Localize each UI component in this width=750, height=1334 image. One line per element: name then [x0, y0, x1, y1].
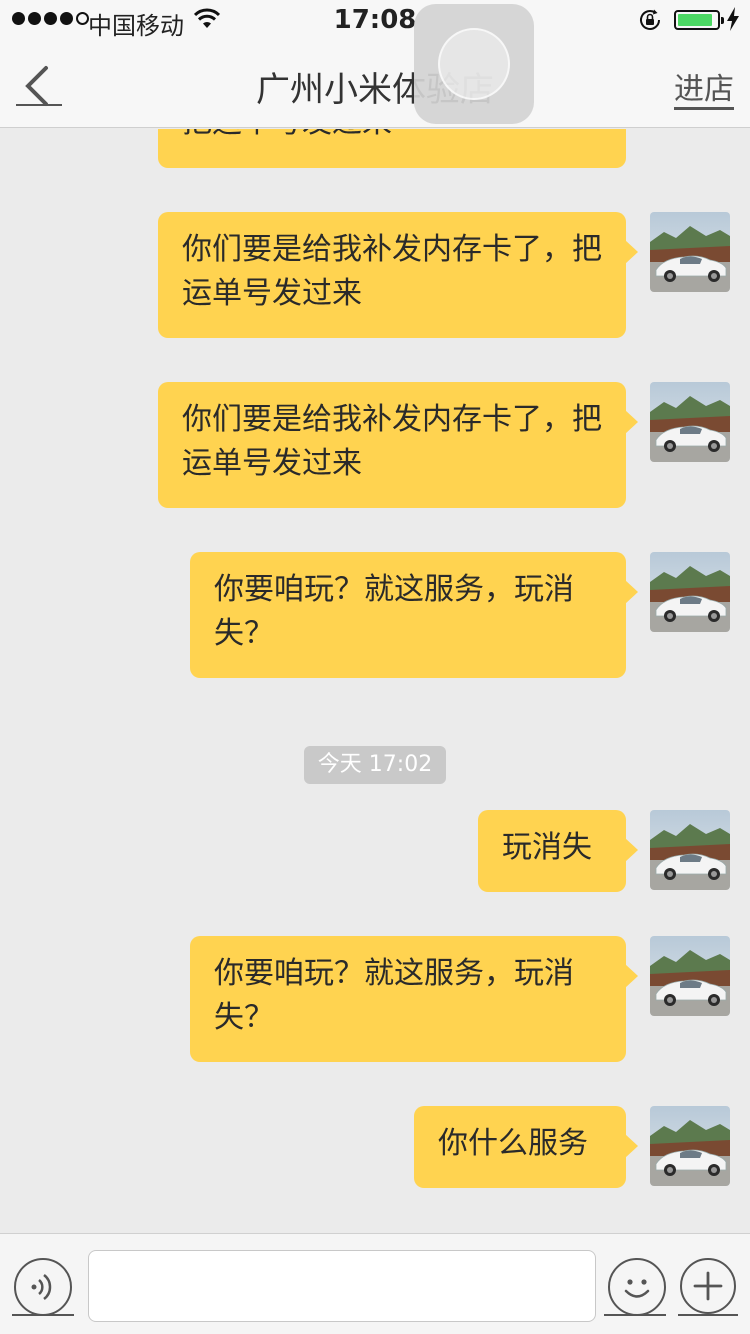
avatar[interactable] [650, 1106, 730, 1186]
voice-icon[interactable] [14, 1258, 72, 1316]
message-input[interactable] [88, 1250, 596, 1322]
page-title: 广州小米体验店 [256, 70, 494, 110]
chat-timestamp: 今天 17:02 [304, 746, 446, 784]
message-bubble[interactable]: 你们要是给我补发内存卡了，把运单号发过来 [158, 382, 638, 508]
message-bubble[interactable]: 玩消失 [478, 810, 638, 892]
emoji-underline [604, 1314, 666, 1316]
rotation-lock-icon [640, 9, 660, 30]
message-bubble[interactable]: 你要咱玩？就这服务，玩消失？ [190, 552, 638, 678]
avatar[interactable] [650, 212, 730, 292]
input-bar [0, 1233, 750, 1334]
avatar[interactable] [650, 552, 730, 632]
nav-bar: 广州小米体验店 进店 [0, 40, 750, 128]
battery-level [678, 14, 713, 26]
battery-icon [674, 10, 724, 30]
assistive-touch-ring [438, 28, 510, 100]
avatar[interactable] [650, 936, 730, 1016]
charging-bolt-icon [727, 7, 739, 31]
chat-area[interactable]: 把运单号发过来 你们要是给我补发内存卡了，把运单号发过来 你们要是给我补发内存卡… [0, 129, 750, 1233]
message-bubble[interactable]: 你们要是给我补发内存卡了，把运单号发过来 [158, 212, 638, 338]
avatar[interactable] [650, 810, 730, 890]
message-bubble[interactable]: 你什么服务 [414, 1106, 638, 1188]
avatar[interactable] [650, 382, 730, 462]
enter-shop-button[interactable]: 进店 [674, 64, 734, 108]
voice-underline [12, 1314, 74, 1316]
plus-underline [678, 1314, 738, 1316]
message-bubble[interactable]: 你要咱玩？就这服务，玩消失？ [190, 936, 638, 1062]
status-bar: 中国移动 17:08 [0, 0, 750, 40]
message-bubble[interactable]: 把运单号发过来 [158, 129, 626, 168]
emoji-icon[interactable] [608, 1258, 666, 1316]
plus-icon[interactable] [680, 1258, 736, 1314]
